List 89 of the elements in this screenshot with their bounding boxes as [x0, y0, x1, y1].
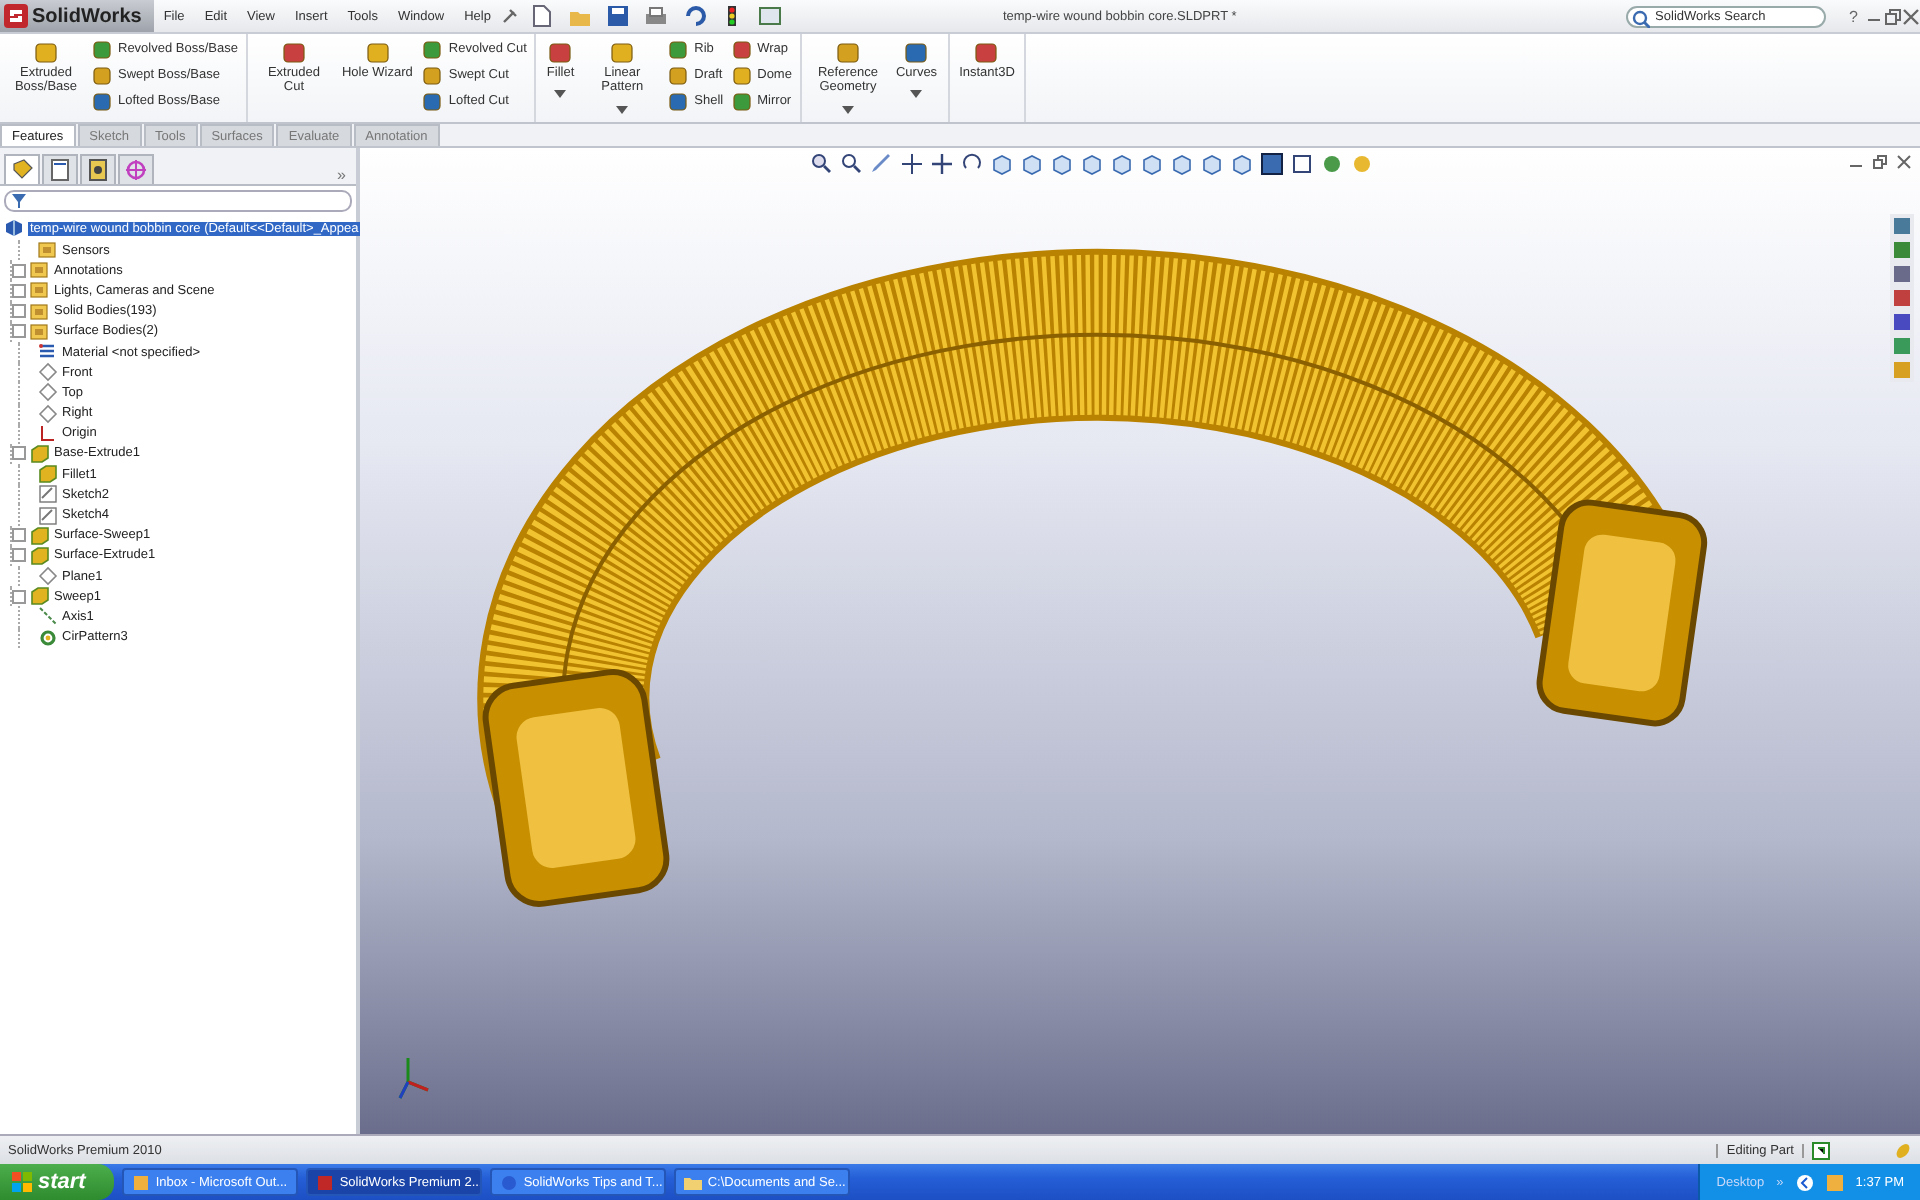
feature-icon	[548, 40, 573, 64]
feature-icon	[835, 40, 860, 64]
cube-icon[interactable]	[1140, 152, 1164, 176]
expand-panel-button[interactable]: »	[337, 166, 352, 184]
tree-item-icon	[38, 342, 58, 363]
app-icon	[315, 1173, 334, 1191]
panel-tab-icon	[124, 158, 148, 182]
panel-tab[interactable]	[42, 154, 78, 184]
tree-item-icon	[30, 280, 50, 301]
tree-item-icon	[38, 362, 58, 383]
tree-item-icon	[38, 464, 58, 485]
feature-icon	[422, 39, 443, 59]
feature-icon	[904, 40, 929, 64]
tray-arrow-icon[interactable]	[1795, 1173, 1814, 1191]
windows-flag-icon	[12, 1172, 32, 1192]
feature-icon	[731, 65, 752, 85]
panel-tab-icon	[10, 158, 34, 182]
panel-tab[interactable]	[4, 154, 40, 184]
folder-icon	[683, 1173, 702, 1191]
zoom-to-fit-icon[interactable]	[810, 152, 834, 176]
panel-tab[interactable]	[80, 154, 116, 184]
expand-toggle[interactable]	[12, 589, 26, 604]
close-icon[interactable]	[1902, 7, 1920, 25]
tree-item-icon	[38, 403, 58, 424]
help-button[interactable]: ?	[1841, 7, 1866, 25]
panel-tab[interactable]	[118, 154, 154, 184]
feature-icon	[731, 39, 752, 59]
feature-icon	[281, 40, 306, 64]
cube-icon[interactable]	[1050, 152, 1074, 176]
restore-icon[interactable]	[1884, 7, 1902, 25]
section-view-icon[interactable]	[900, 152, 924, 176]
feature-icon	[668, 91, 689, 111]
cube-icon[interactable]	[1200, 152, 1224, 176]
dropdown-caret-icon[interactable]	[910, 90, 923, 99]
part-icon	[4, 218, 24, 238]
tree-item-icon	[38, 382, 58, 403]
tree-item-icon	[38, 484, 58, 505]
tree-item-icon	[30, 586, 50, 607]
search-icon	[1631, 9, 1650, 27]
undo-icon[interactable]	[682, 4, 707, 28]
globe-icon	[499, 1173, 518, 1191]
tree-item-icon	[30, 260, 50, 281]
feature-icon	[668, 65, 689, 85]
feature-icon	[422, 91, 443, 111]
expand-toggle[interactable]	[12, 446, 26, 461]
app-logo: SolidWorks	[0, 0, 154, 32]
dropdown-caret-icon[interactable]	[554, 90, 567, 99]
tree-item-icon	[38, 606, 58, 627]
close-icon[interactable]	[1896, 154, 1912, 170]
feature-icon	[974, 40, 999, 64]
dropdown-caret-icon[interactable]	[841, 105, 854, 114]
tree-item-icon	[38, 423, 58, 444]
feature-icon	[34, 40, 58, 64]
tree-item-icon	[30, 525, 50, 546]
feature-icon	[422, 65, 443, 85]
tree-item-icon	[38, 627, 58, 648]
tree-item-icon	[38, 505, 58, 526]
new-document-icon[interactable]	[530, 4, 555, 28]
pan-icon[interactable]	[930, 152, 954, 176]
tree-item-icon	[30, 321, 50, 342]
panel-tab-icon	[48, 158, 72, 182]
axis-triad-icon	[398, 1056, 430, 1100]
cube-icon[interactable]	[1170, 152, 1194, 176]
mail-icon	[131, 1173, 150, 1191]
filter-field[interactable]	[4, 190, 352, 212]
shaded-cube-icon[interactable]	[1260, 152, 1284, 176]
panel-tab-icon	[86, 158, 110, 182]
feature-icon	[668, 39, 689, 59]
cube-icon[interactable]	[1080, 152, 1104, 176]
cube-icon[interactable]	[990, 152, 1014, 176]
tree-item-icon	[30, 545, 50, 566]
restore-icon[interactable]	[1872, 154, 1888, 170]
zoom-area-icon[interactable]	[840, 152, 864, 176]
printer-icon[interactable]	[644, 4, 669, 28]
feature-icon	[365, 40, 390, 64]
logo-icon	[4, 4, 28, 28]
dropdown-caret-icon[interactable]	[616, 105, 629, 114]
feature-icon	[610, 40, 635, 64]
cube-icon[interactable]	[1230, 152, 1254, 176]
tree-item-icon	[38, 240, 58, 261]
wireframe-icon[interactable]	[1290, 152, 1314, 176]
filter-icon	[12, 194, 26, 208]
tree-item-icon	[30, 301, 50, 322]
tree-item-icon	[30, 443, 50, 464]
cube-icon[interactable]	[1020, 152, 1044, 176]
save-icon[interactable]	[606, 4, 631, 28]
cube-icon[interactable]	[1110, 152, 1134, 176]
tree-item-icon	[38, 566, 58, 587]
feature-icon	[731, 91, 752, 111]
